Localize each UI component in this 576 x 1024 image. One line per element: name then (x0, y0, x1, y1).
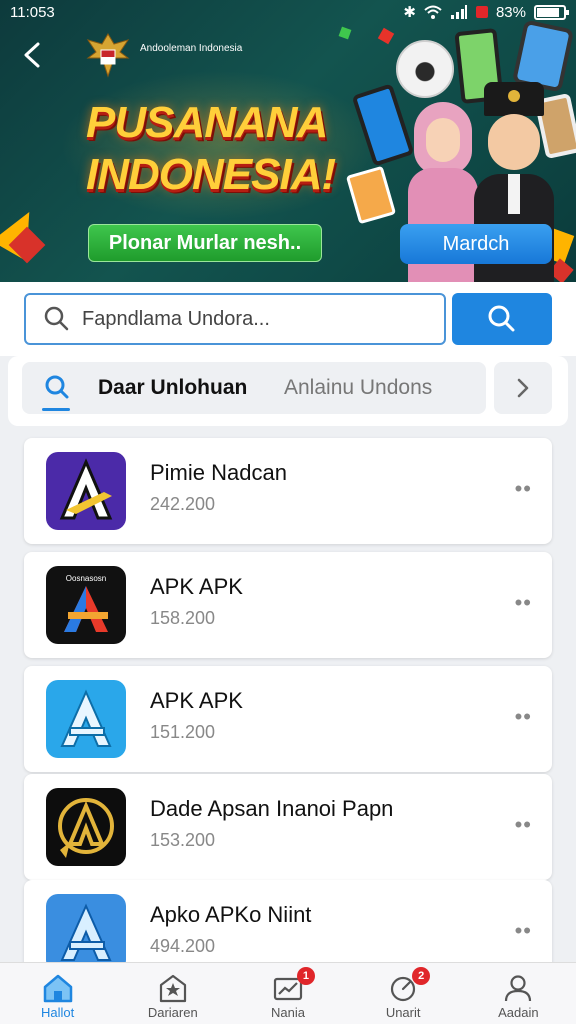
tabs-next-button[interactable] (494, 362, 552, 414)
bluetooth-icon: ✱ (403, 4, 416, 21)
nav-item-account[interactable]: Aadain (461, 963, 576, 1024)
confetti-decoration (338, 26, 352, 40)
a-logo-black-icon: Oosnasosn (46, 566, 126, 644)
home-icon (43, 974, 72, 1003)
status-time: 11:053 (10, 3, 55, 21)
app-name: APK APK (150, 574, 243, 599)
wifi-icon (424, 5, 442, 19)
a-logo-purple-icon (46, 452, 126, 530)
signal-icon (450, 5, 467, 19)
banner-headline-line2: INDONESIA! (86, 150, 336, 199)
nav-label: Hallot (40, 1005, 75, 1020)
sim-icon (475, 6, 488, 18)
battery-level (537, 7, 559, 17)
search-icon (44, 306, 69, 331)
battery-icon (534, 4, 569, 20)
nav-icon-wrap: 1 (271, 967, 315, 1003)
chevron-left-icon (24, 42, 40, 68)
app-list-item[interactable]: APK APK 151.200 •• (24, 666, 552, 772)
app-list-item[interactable]: Oosnasosn APK APK 158.200 •• (24, 552, 552, 658)
store-icon (159, 974, 186, 1003)
tab-inactive[interactable]: Anlainu Undons (284, 376, 432, 400)
garuda-emblem-icon (86, 33, 130, 78)
nav-label: Aadain (498, 1005, 539, 1020)
app-name: Apko APKo Niint (150, 902, 312, 927)
chevron-right-icon (517, 378, 529, 398)
status-bar: 11:053 ✱ 83% (0, 0, 576, 24)
a-logo-lightblue-icon (46, 680, 126, 758)
nav-item-stats[interactable]: 1 Nania (230, 963, 345, 1024)
search-tab-icon[interactable] (42, 372, 72, 402)
active-tab-indicator (42, 408, 70, 411)
a-logo-gold-icon (46, 788, 126, 866)
more-options-icon[interactable]: •• (515, 590, 532, 616)
category-tabs: Daar Unlohuan Anlainu Undons (8, 356, 568, 426)
promo-banner[interactable]: 11:053 ✱ 83% Andooleman Indonesia PUSANA… (0, 0, 576, 282)
app-list-item[interactable]: Dade Apsan Inanoi Papn 153.200 •• (24, 774, 552, 880)
a-logo-blue-icon (46, 894, 126, 972)
more-options-icon[interactable]: •• (515, 918, 532, 944)
nav-item-store[interactable]: Dariaren (115, 963, 230, 1024)
app-download-count: 151.200 (150, 722, 216, 742)
app-download-count: 158.200 (150, 608, 216, 628)
app-download-count: 494.200 (150, 936, 216, 956)
app-list-item[interactable]: Pimie Nadcan 242.200 •• (24, 438, 552, 544)
more-options-icon[interactable]: •• (515, 812, 532, 838)
nav-item-gauge[interactable]: 2 Unarit (346, 963, 461, 1024)
app-name: Pimie Nadcan (150, 460, 287, 485)
more-options-icon[interactable]: •• (515, 476, 532, 502)
app-download-count: 242.200 (150, 494, 216, 514)
back-button[interactable] (18, 40, 50, 72)
search-icon (488, 305, 515, 332)
user-icon (505, 975, 532, 1002)
nav-label: Dariaren (147, 1005, 198, 1020)
battery-percent: 83% (495, 3, 526, 21)
notification-badge: 1 (296, 967, 315, 985)
app-name: Dade Apsan Inanoi Papn (150, 796, 394, 821)
nav-icon-wrap: 2 (386, 967, 431, 1003)
match-button[interactable]: Mardch (400, 224, 552, 264)
confetti-decoration (377, 27, 395, 45)
nav-label: Nania (270, 1005, 305, 1020)
status-icons: ✱ 83% (403, 3, 569, 21)
notification-badge: 2 (412, 967, 431, 985)
more-options-icon[interactable]: •• (515, 704, 532, 730)
ball-illustration (396, 40, 454, 98)
emblem-label: Andooleman Indonesia (140, 43, 243, 54)
bottom-navigation: Hallot Dariaren 1 Nania 2 Unarit Aadain (0, 962, 576, 1024)
search-input[interactable] (82, 307, 422, 331)
nav-item-home[interactable]: Hallot (0, 963, 115, 1024)
promo-button[interactable]: Plonar Murlar nesh.. (88, 224, 322, 262)
banner-headline-line1: PUSANANA (86, 98, 328, 147)
tab-active[interactable]: Daar Unlohuan (98, 376, 247, 400)
search-bar (0, 282, 576, 356)
search-field[interactable] (24, 293, 446, 345)
search-button[interactable] (452, 293, 552, 345)
app-download-count: 153.200 (150, 830, 216, 850)
nav-label: Unarit (385, 1005, 421, 1020)
app-name: APK APK (150, 688, 243, 713)
